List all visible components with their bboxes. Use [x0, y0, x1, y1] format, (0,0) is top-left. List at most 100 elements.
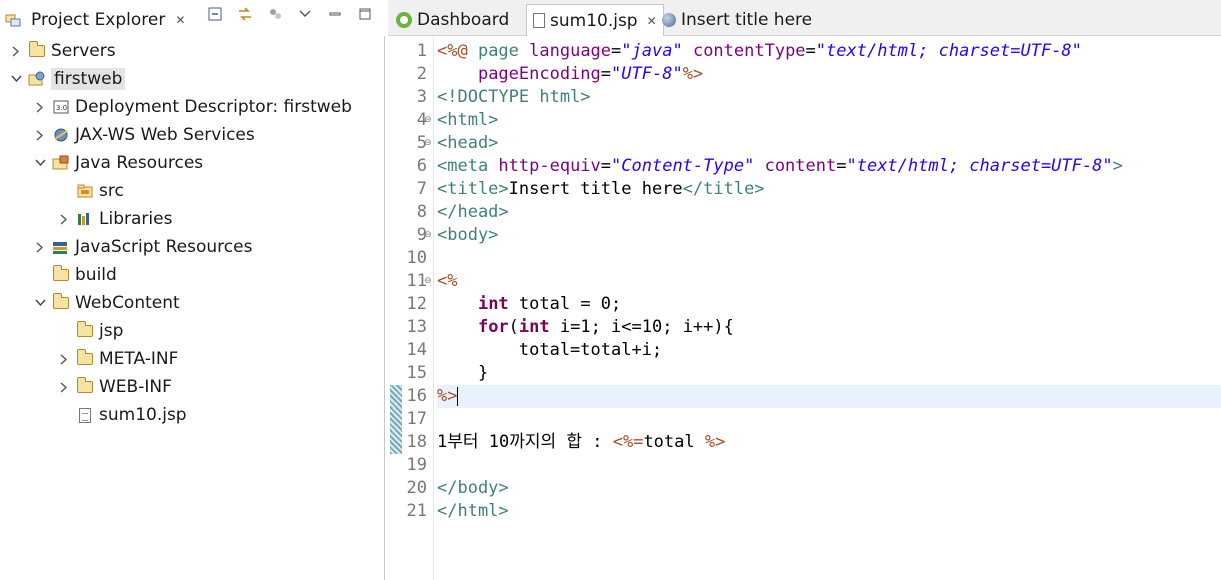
code-line[interactable]: }	[437, 362, 1221, 385]
code-token: </head>	[437, 202, 509, 222]
tree-item[interactable]: WEB-INF	[56, 374, 172, 400]
code-line[interactable]: <head>	[437, 132, 1221, 155]
fold-toggle-icon[interactable]: ⊖	[424, 132, 432, 155]
chevron-right-icon[interactable]	[56, 379, 72, 395]
code-editor[interactable]: <%@ page language="java" contentType="te…	[437, 37, 1221, 580]
tree-item[interactable]: JAX-WS Web Services	[32, 122, 255, 148]
code-line[interactable]: 1부터 10까지의 합 : <%=total %>	[437, 431, 1221, 454]
code-token: %>	[682, 64, 704, 84]
chevron-right-icon[interactable]	[32, 239, 48, 255]
code-line[interactable]: pageEncoding="UTF-8"%>	[437, 63, 1221, 86]
fold-toggle-icon[interactable]: ⊖	[424, 224, 432, 247]
tree-item-label: sum10.jsp	[99, 405, 187, 425]
tree-item-label: src	[99, 181, 124, 201]
tree-item-label: WEB-INF	[99, 377, 172, 397]
jsp-file-icon	[533, 13, 545, 28]
line-number: 8	[416, 202, 427, 222]
code-line[interactable]: <meta http-equiv="Content-Type" content=…	[437, 155, 1221, 178]
minimize-icon[interactable]	[327, 6, 343, 22]
chevron-down-icon[interactable]	[8, 71, 24, 87]
code-token: int	[477, 294, 509, 314]
close-icon[interactable]: ✕	[175, 13, 185, 27]
deployment-descriptor-icon: 3.0	[52, 99, 70, 115]
chevron-down-icon[interactable]	[32, 295, 48, 311]
code-line[interactable]: int total = 0;	[437, 293, 1221, 316]
tree-item[interactable]: build	[32, 262, 117, 288]
code-line[interactable]	[437, 408, 1221, 431]
javascript-resources-icon	[52, 239, 70, 255]
fold-toggle-icon[interactable]: ⊖	[424, 270, 432, 293]
tree-item[interactable]: META-INF	[56, 346, 178, 372]
tab-insert-title-here[interactable]: Insert title here	[656, 4, 818, 36]
line-number: 6	[416, 156, 427, 176]
line-number: 1	[416, 41, 427, 61]
svg-text:3.0: 3.0	[56, 104, 67, 112]
tab-label: Insert title here	[681, 10, 813, 30]
tree-item[interactable]: sum10.jsp	[56, 402, 187, 428]
line-number: 15	[406, 363, 427, 383]
tab-sum10-jsp[interactable]: sum10.jsp ✕	[526, 4, 664, 36]
view-menu-icon[interactable]	[297, 6, 313, 22]
maximize-icon[interactable]	[357, 6, 373, 22]
chevron-right-icon[interactable]	[8, 43, 24, 59]
code-token: page	[477, 41, 530, 61]
code-token: <!DOCTYPE html>	[437, 87, 591, 107]
change-marker	[390, 408, 402, 431]
code-token: <meta	[437, 156, 499, 176]
code-line[interactable]: total=total+i;	[437, 339, 1221, 362]
chevron-right-icon[interactable]	[56, 351, 72, 367]
chevron-right-icon[interactable]	[56, 211, 72, 227]
tree-item[interactable]: JavaScript Resources	[32, 234, 252, 260]
tree-item[interactable]: Java Resources	[32, 150, 203, 176]
tree-item[interactable]: 3.0 Deployment Descriptor: firstweb	[32, 94, 352, 120]
project-explorer-tab[interactable]: Project Explorer ✕	[4, 6, 185, 34]
fold-toggle-icon[interactable]: ⊖	[424, 109, 432, 132]
line-number: 13	[406, 317, 427, 337]
link-with-editor-icon[interactable]	[237, 6, 253, 22]
code-token: http-equiv	[498, 156, 601, 176]
tab-dashboard[interactable]: Dashboard	[390, 4, 515, 36]
code-line[interactable]	[437, 247, 1221, 270]
code-line[interactable]: <html>	[437, 109, 1221, 132]
code-token: =	[611, 41, 622, 61]
code-line[interactable]	[437, 454, 1221, 477]
tree-item[interactable]: WebContent	[32, 290, 180, 316]
globe-icon	[662, 13, 676, 27]
collapse-all-icon[interactable]	[207, 6, 223, 22]
tree-item[interactable]: jsp	[56, 318, 123, 344]
project-explorer-panel: Project Explorer ✕ Servers firstweb 3.0 …	[0, 0, 385, 580]
chevron-right-icon[interactable]	[32, 127, 48, 143]
code-line[interactable]: %>	[437, 385, 1221, 408]
code-line[interactable]: </body>	[437, 477, 1221, 500]
tree-item[interactable]: Servers	[8, 38, 116, 64]
code-line[interactable]: <!DOCTYPE html>	[437, 86, 1221, 109]
chevron-down-icon[interactable]	[32, 155, 48, 171]
code-token: <%@	[437, 41, 478, 61]
code-line[interactable]: <%	[437, 270, 1221, 293]
view-toolbar	[207, 6, 373, 22]
chevron-right-icon[interactable]	[32, 99, 48, 115]
folder-icon	[76, 349, 94, 367]
code-line[interactable]: <body>	[437, 224, 1221, 247]
code-token: total=total+i;	[437, 340, 663, 360]
text-caret	[457, 386, 459, 406]
code-line[interactable]: <%@ page language="java" contentType="te…	[437, 40, 1221, 63]
code-line[interactable]: for(int i=1; i<=10; i++){	[437, 316, 1221, 339]
view-options-icon[interactable]	[267, 6, 283, 22]
tree-item[interactable]: firstweb	[8, 66, 126, 92]
webservice-icon	[52, 127, 70, 143]
folder-icon	[76, 377, 94, 395]
code-token: "Content-Type"	[611, 156, 755, 176]
code-line[interactable]: <title>Insert title here</title>	[437, 178, 1221, 201]
tree-item[interactable]: src	[56, 178, 124, 204]
code-token: <%=	[612, 432, 644, 452]
line-number: 2	[416, 64, 427, 84]
code-line[interactable]: </head>	[437, 201, 1221, 224]
code-token: i=1; i<=10; i++){	[549, 317, 734, 337]
tree-item[interactable]: Libraries	[56, 206, 172, 232]
code-line[interactable]: </html>	[437, 500, 1221, 523]
